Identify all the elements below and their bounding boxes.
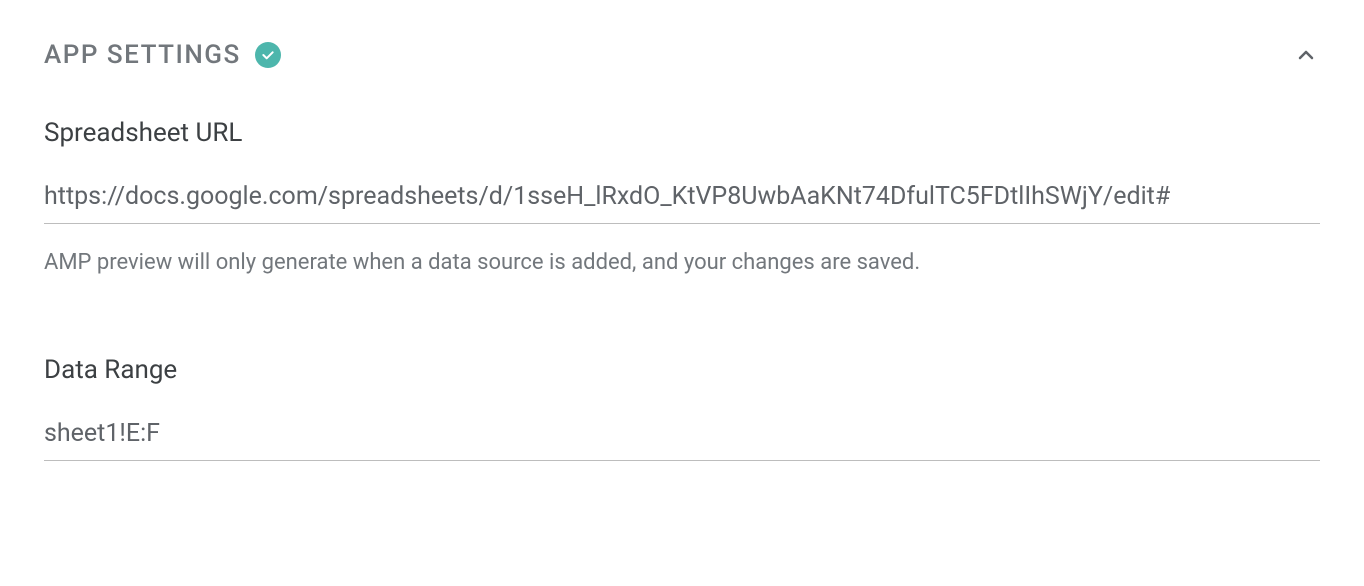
check-badge-icon [255,42,281,68]
data-range-field: Data Range [44,355,1320,461]
spreadsheet-url-input[interactable] [44,176,1320,224]
section-title: APP SETTINGS [44,40,241,70]
spreadsheet-url-label: Spreadsheet URL [44,118,1320,148]
spreadsheet-help-text: AMP preview will only generate when a da… [44,250,1320,275]
data-range-input[interactable] [44,413,1320,461]
data-range-label: Data Range [44,355,1320,385]
collapse-toggle[interactable] [1292,41,1320,69]
chevron-up-icon [1294,43,1318,67]
header-left: APP SETTINGS [44,40,281,70]
spreadsheet-url-field: Spreadsheet URL AMP preview will only ge… [44,118,1320,275]
section-header: APP SETTINGS [44,40,1320,70]
